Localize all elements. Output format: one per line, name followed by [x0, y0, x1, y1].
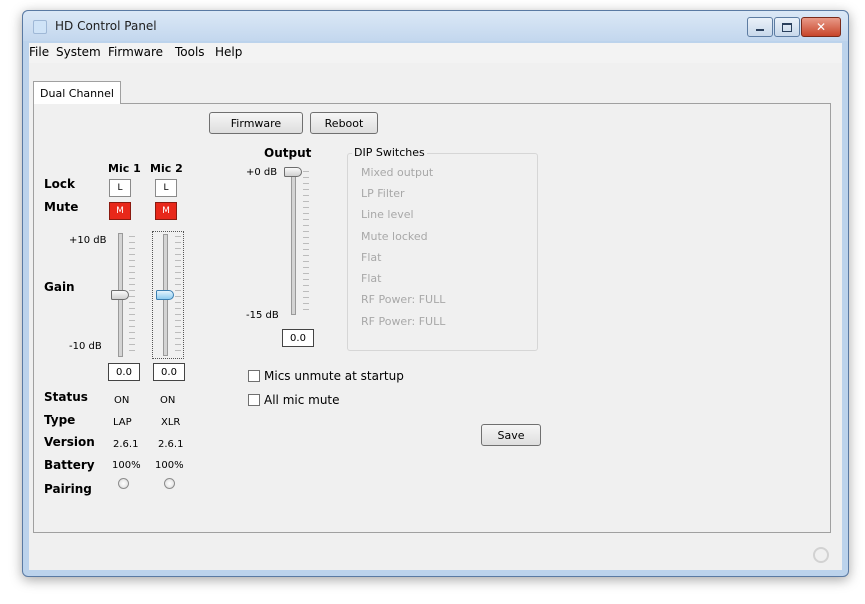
- output-slider[interactable]: [282, 167, 314, 315]
- window-title: HD Control Panel: [55, 19, 157, 33]
- mic1-header: Mic 1: [108, 162, 141, 175]
- mic1-battery: 100%: [112, 460, 141, 471]
- dip-item: Mixed output: [361, 166, 434, 179]
- status-label: Status: [44, 390, 88, 404]
- client-area: Dual Channel Firmware Reboot Mic 1 Mic 2…: [29, 63, 842, 570]
- maximize-icon: [782, 22, 792, 32]
- busy-indicator-icon: [813, 547, 829, 563]
- mic1-pairing-radio[interactable]: [118, 478, 129, 489]
- mic1-version: 2.6.1: [113, 439, 139, 450]
- mic2-gain-slider[interactable]: [152, 231, 184, 359]
- mic2-gain-value[interactable]: 0.0: [153, 363, 185, 381]
- mic2-lock-button[interactable]: L: [155, 179, 177, 197]
- mic1-type: LAP: [113, 417, 132, 428]
- mic2-mute-button[interactable]: M: [155, 202, 177, 220]
- output-label: Output: [264, 146, 312, 160]
- firmware-button[interactable]: Firmware: [209, 112, 303, 134]
- minimize-button[interactable]: [747, 17, 773, 37]
- version-label: Version: [44, 435, 95, 449]
- mic2-type: XLR: [161, 417, 181, 428]
- minimize-icon: [756, 29, 764, 31]
- output-value[interactable]: 0.0: [282, 329, 314, 347]
- dip-item: Mute locked: [361, 230, 428, 243]
- mute-label: Mute: [44, 200, 79, 214]
- menu-tools[interactable]: Tools: [175, 45, 205, 59]
- close-button[interactable]: ✕: [801, 17, 841, 37]
- dip-switches-title: DIP Switches: [352, 146, 427, 159]
- reboot-button[interactable]: Reboot: [310, 112, 378, 134]
- dip-item: Flat: [361, 272, 382, 285]
- mic1-gain-thumb[interactable]: [111, 290, 129, 300]
- mic1-gain-value[interactable]: 0.0: [108, 363, 140, 381]
- output-min-label: -15 dB: [246, 310, 279, 321]
- output-ticks: [303, 171, 309, 315]
- menu-help[interactable]: Help: [215, 45, 242, 59]
- all-mute-checkbox[interactable]: [248, 394, 260, 406]
- dip-item: RF Power: FULL: [361, 293, 446, 306]
- mic2-gain-thumb[interactable]: [156, 290, 174, 300]
- mic2-status: ON: [160, 395, 176, 406]
- all-mute-label: All mic mute: [264, 393, 340, 407]
- gain-label: Gain: [44, 280, 75, 294]
- save-button[interactable]: Save: [481, 424, 541, 446]
- mic1-gain-slider[interactable]: [109, 233, 137, 357]
- unmute-startup-checkbox[interactable]: [248, 370, 260, 382]
- output-thumb[interactable]: [284, 167, 302, 177]
- gain-max-label: +10 dB: [69, 235, 107, 246]
- dip-item: Line level: [361, 208, 414, 221]
- mic2-version: 2.6.1: [158, 439, 184, 450]
- gain-min-label: -10 dB: [69, 341, 102, 352]
- mic2-battery: 100%: [155, 460, 184, 471]
- title-bar: HD Control Panel ✕: [23, 11, 848, 41]
- tab-panel: Firmware Reboot Mic 1 Mic 2 Lock L L Mut…: [33, 103, 831, 533]
- menu-bar: File System Firmware Tools Help: [29, 43, 842, 63]
- menu-firmware[interactable]: Firmware: [108, 45, 163, 59]
- pairing-label: Pairing: [44, 482, 92, 496]
- mic2-pairing-radio[interactable]: [164, 478, 175, 489]
- dip-item: LP Filter: [361, 187, 405, 200]
- type-label: Type: [44, 413, 76, 427]
- mic1-status: ON: [114, 395, 130, 406]
- lock-label: Lock: [44, 177, 75, 191]
- dip-item: Flat: [361, 251, 382, 264]
- menu-file[interactable]: File: [29, 45, 49, 59]
- mic2-header: Mic 2: [150, 162, 183, 175]
- app-window: HD Control Panel ✕ File System Firmware …: [22, 10, 849, 577]
- status-bar: [29, 538, 842, 570]
- maximize-button[interactable]: [774, 17, 800, 37]
- battery-label: Battery: [44, 458, 95, 472]
- dip-item: RF Power: FULL: [361, 315, 446, 328]
- mic1-lock-button[interactable]: L: [109, 179, 131, 197]
- app-icon: [33, 20, 47, 34]
- output-track: [291, 167, 296, 315]
- close-icon: ✕: [815, 20, 827, 34]
- mic1-gain-ticks: [129, 236, 135, 356]
- unmute-startup-label: Mics unmute at startup: [264, 369, 404, 383]
- menu-system[interactable]: System: [56, 45, 101, 59]
- mic2-gain-ticks: [175, 236, 181, 356]
- output-max-label: +0 dB: [246, 167, 278, 178]
- tab-dual-channel[interactable]: Dual Channel: [33, 81, 121, 104]
- mic1-mute-button[interactable]: M: [109, 202, 131, 220]
